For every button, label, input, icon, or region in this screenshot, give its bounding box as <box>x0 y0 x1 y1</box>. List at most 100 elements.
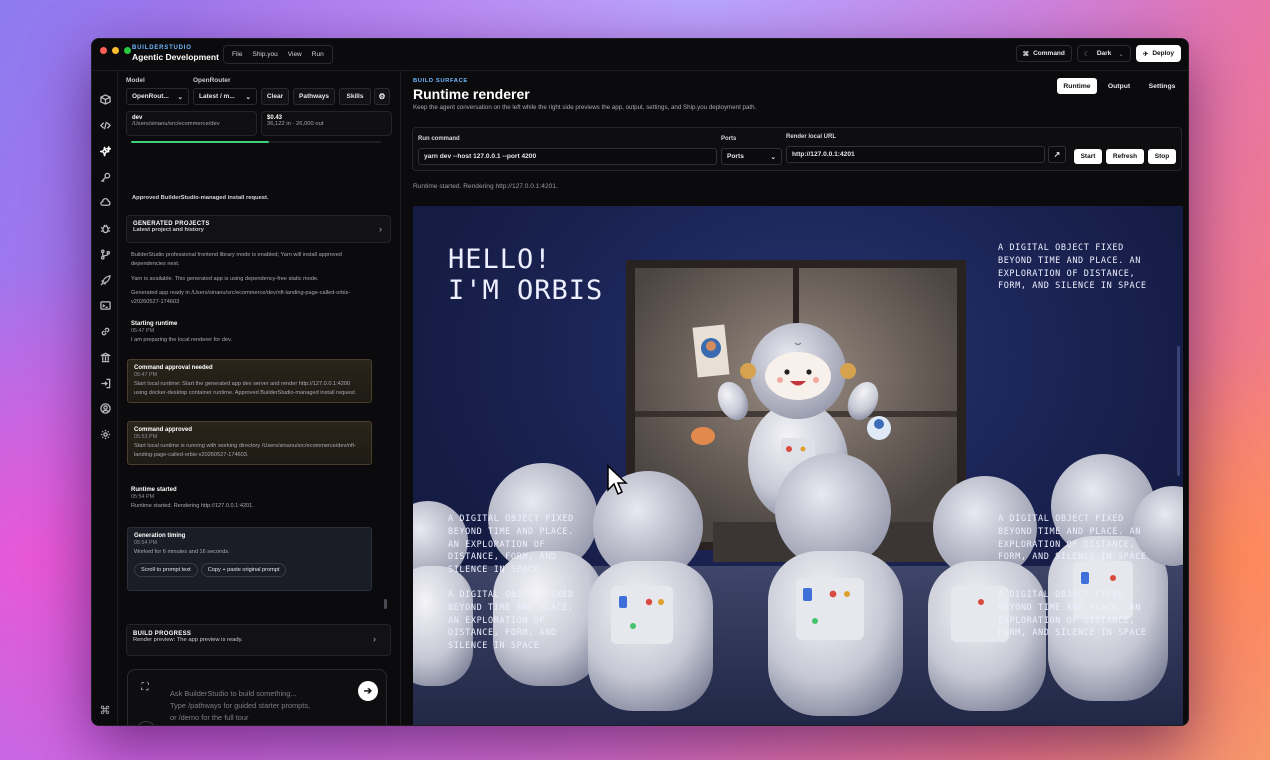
tab-runtime[interactable]: Runtime <box>1057 78 1097 94</box>
workspace-card: dev /Users/sinanu/src/ecommerce/dev <box>126 111 257 136</box>
clear-button[interactable]: Clear <box>261 88 289 105</box>
theme-label: Dark <box>1096 50 1112 57</box>
close-window-button[interactable] <box>100 47 107 54</box>
theme-select[interactable]: ☾ Dark ⌄ <box>1076 45 1131 62</box>
runtime-controls: Run command yarn dev --host 127.0.0.1 --… <box>412 127 1182 171</box>
pathways-button[interactable]: Pathways <box>293 88 335 105</box>
app-preview[interactable]: HELLO! I'M ORBIS A DIGITAL OBJECT FIXED … <box>413 206 1183 725</box>
cloud-icon[interactable] <box>98 195 112 209</box>
build-surface-eyebrow: BUILD SURFACE <box>413 78 468 84</box>
menu-shipyou[interactable]: Ship.you <box>248 51 281 58</box>
send-arrow-icon[interactable]: ➔ <box>358 681 378 701</box>
model-label: Model <box>126 77 145 84</box>
build-progress-subtitle: Render preview: The app preview is ready… <box>133 637 243 643</box>
command-label: Command <box>1033 50 1065 57</box>
copy-prompt-button[interactable]: Copy + paste original prompt <box>200 562 287 577</box>
prompt-placeholder-line: or /demo for the full tour <box>170 712 249 722</box>
stop-button[interactable]: Stop <box>1148 149 1176 164</box>
code-icon[interactable] <box>98 118 112 132</box>
prompt-placeholder[interactable]: Ask BuilderStudio to build something... … <box>170 688 310 723</box>
bug-icon[interactable] <box>98 221 112 235</box>
run-command-input[interactable]: yarn dev --host 127.0.0.1 --port 4200 <box>418 148 717 165</box>
panel-divider[interactable] <box>400 71 401 725</box>
feed-item-title: Command approval needed <box>134 365 213 371</box>
build-progress-card[interactable]: BUILD PROGRESS Render preview: The app p… <box>126 624 391 656</box>
feed-item-text: Runtime started. Rendering http://127.0.… <box>131 503 254 509</box>
cube-icon[interactable] <box>98 92 112 106</box>
progress-fill <box>131 141 269 143</box>
feed-scrollbar-thumb[interactable] <box>384 599 387 609</box>
command-shortcut-icon[interactable]: ⌘ <box>98 703 112 717</box>
tab-output[interactable]: Output <box>1100 78 1138 94</box>
sparkle-icon[interactable] <box>98 144 112 158</box>
feed-message: Generated app ready in /Users/sinanu/src… <box>131 289 376 306</box>
add-attachment-icon[interactable]: + <box>136 721 156 725</box>
build-surface: BUILD SURFACE Runtime renderer Keep the … <box>402 71 1188 725</box>
feed-message: BuilderStudio professional frontend libr… <box>131 251 376 268</box>
feed-scrollbar[interactable] <box>384 247 387 639</box>
model-select[interactable]: OpenRout... ⌄ <box>126 88 189 105</box>
menu-view[interactable]: View <box>284 51 306 58</box>
run-command-label: Run command <box>418 136 460 142</box>
key-icon[interactable] <box>98 170 112 184</box>
deploy-button[interactable]: ✈ Deploy <box>1135 45 1181 62</box>
minimize-window-button[interactable] <box>112 47 119 54</box>
feed-item-text: Worked for 6 minutes and 16 seconds. <box>134 549 230 555</box>
tagline-right-1: A DIGITAL OBJECT FIXED BEYOND TIME AND P… <box>998 514 1147 563</box>
settings-gear-icon[interactable] <box>98 427 112 441</box>
conversation-feed[interactable]: BuilderStudio professional frontend libr… <box>127 247 380 639</box>
prompt-composer[interactable]: ⛶ Ask BuilderStudio to build something..… <box>127 669 387 725</box>
feed-item-title: Generation timing <box>134 533 186 539</box>
chevron-down-icon: ⌄ <box>177 93 183 101</box>
feed-item-title: Starting runtime <box>131 321 178 327</box>
sign-in-icon[interactable] <box>98 376 112 390</box>
generated-projects-card[interactable]: GENERATED PROJECTS Latest project and hi… <box>126 215 391 243</box>
ports-label: Ports <box>721 136 737 142</box>
preview-scrollbar[interactable] <box>1177 346 1180 476</box>
ports-select[interactable]: Ports ⌄ <box>721 148 782 165</box>
moon-icon: ☾ <box>1083 50 1090 58</box>
refresh-button[interactable]: Refresh <box>1106 149 1144 164</box>
feed-item-text: Start local runtime: Start the generated… <box>134 381 357 396</box>
terminal-icon[interactable] <box>98 298 112 312</box>
menu-run[interactable]: Run <box>308 51 328 58</box>
openrouter-select[interactable]: Latest / m... ⌄ <box>193 88 257 105</box>
branch-icon[interactable] <box>98 247 112 261</box>
skills-button[interactable]: Skills <box>339 88 371 105</box>
scroll-to-prompt-button[interactable]: Scroll to prompt text <box>134 562 198 577</box>
start-button[interactable]: Start <box>1074 149 1102 164</box>
feed-item-approval-needed[interactable]: Command approval needed 05:47 PM Start l… <box>127 359 372 403</box>
feed-item-time: 05:53 PM <box>134 434 158 440</box>
feed-item-starting: Starting runtime 05:47 PM I am preparing… <box>131 321 376 345</box>
user-circle-icon[interactable] <box>98 401 112 415</box>
feed-item-approved[interactable]: Command approved 05:53 PM Start local ru… <box>127 421 372 465</box>
panel-settings-button[interactable]: ⚙ <box>374 88 390 105</box>
app-window: BUILDERSTUDIO Agentic Development File S… <box>91 38 1189 726</box>
usage-card: $0.43 36,122 in · 26,000 out <box>261 111 392 136</box>
feed-item-generation-timing: Generation timing 05:54 PM Worked for 6 … <box>127 527 372 591</box>
brand: BUILDERSTUDIO Agentic Development <box>132 45 219 62</box>
link-icon[interactable] <box>98 324 112 338</box>
rocket-nav-icon[interactable] <box>98 273 112 287</box>
chevron-down-icon: ⌄ <box>245 93 251 101</box>
mouse-cursor-icon <box>607 464 628 496</box>
feed-message-text: BuilderStudio professional frontend libr… <box>131 252 342 267</box>
menu-file[interactable]: File <box>228 51 246 58</box>
zoom-window-button[interactable] <box>124 47 131 54</box>
open-external-icon[interactable]: ↗ <box>1048 146 1066 163</box>
expand-icon[interactable]: ⛶ <box>138 680 152 694</box>
feed-item-time: 05:54 PM <box>134 540 158 546</box>
model-select-value: OpenRout... <box>132 93 169 100</box>
feed-item-text: Start local runtime is running with work… <box>134 443 356 458</box>
feed-item-title: Command approved <box>134 427 193 433</box>
bank-icon[interactable] <box>98 350 112 364</box>
chevron-down-icon: ⌄ <box>1118 50 1124 58</box>
window-controls <box>100 47 131 54</box>
tab-settings[interactable]: Settings <box>1142 78 1182 94</box>
command-button[interactable]: ⌘ Command <box>1015 45 1072 62</box>
feed-message-text: Generated app ready in /Users/sinanu/src… <box>131 290 351 305</box>
brand-title: Agentic Development <box>132 52 219 62</box>
feed-message-text: Yarn is available. This generated app is… <box>131 276 319 282</box>
render-url-input[interactable]: http://127.0.0.1:4201 <box>786 146 1045 163</box>
gear-icon: ⚙ <box>378 92 386 101</box>
